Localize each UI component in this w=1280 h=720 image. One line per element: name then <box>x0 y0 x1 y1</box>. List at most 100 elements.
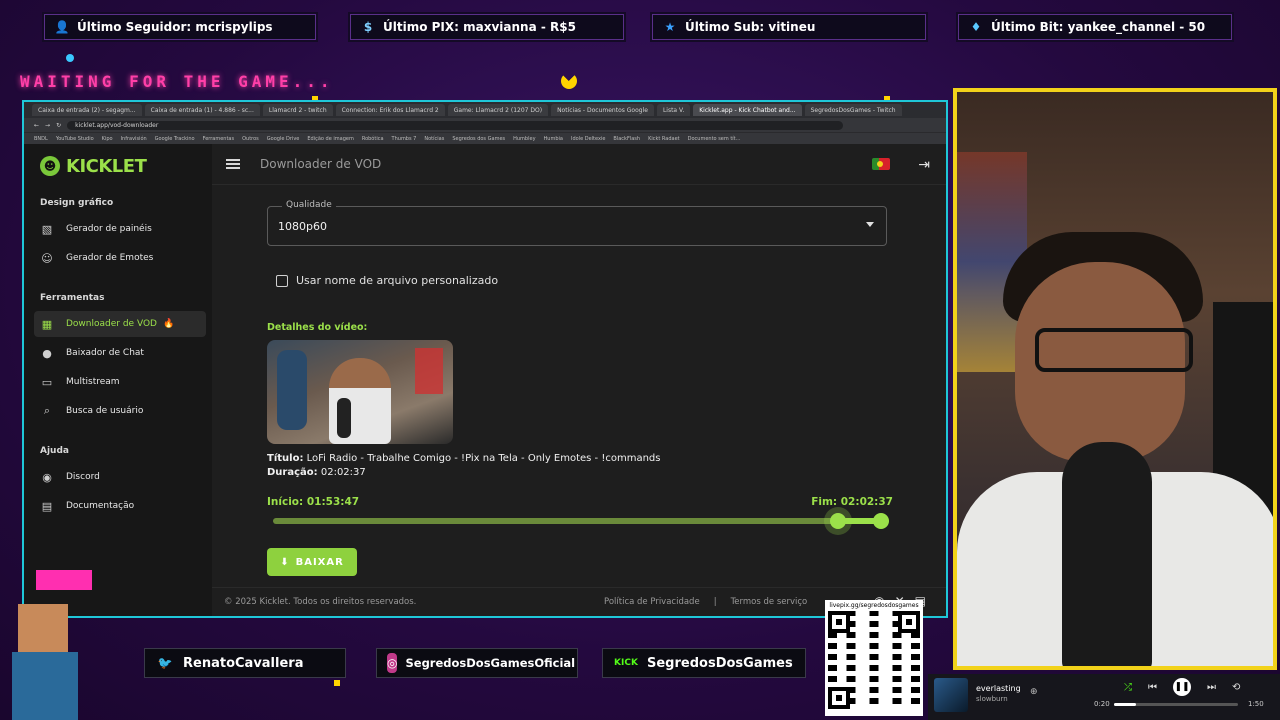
bookmark[interactable]: Kickt Radaet <box>648 136 680 142</box>
range-start-handle[interactable] <box>829 513 846 529</box>
bookmark[interactable]: Outros <box>242 136 259 142</box>
bookmark[interactable]: Google Drive <box>267 136 300 142</box>
twitter-handle-text: RenatoCavallera <box>183 655 304 671</box>
song-title: everlasting <box>976 684 1021 693</box>
browser-tab[interactable]: SegredosDosGames - Twitch <box>804 104 902 116</box>
last-follower-alert: 👤 Último Seguidor: mcrispylips <box>44 14 316 40</box>
bookmark[interactable]: Infravisión <box>121 136 147 142</box>
sidebar-item-vod-downloader[interactable]: ▦ Downloader de VOD 🔥 <box>34 311 206 337</box>
bookmark[interactable]: YouTube Studio <box>56 136 94 142</box>
music-player: everlasting slowburn ⊕ ⤮ ⏮ ❚❚ ⏭ ⟲ 0:20 1… <box>928 674 1280 720</box>
sidebar-item-label: Gerador de painéis <box>66 224 152 234</box>
next-icon[interactable]: ⏭ <box>1207 682 1216 693</box>
range-slider[interactable] <box>273 513 889 529</box>
video-duration-value: 02:02:37 <box>320 467 366 478</box>
back-icon[interactable]: ← <box>34 122 39 129</box>
range-end-label: Fim: 02:02:37 <box>811 496 893 508</box>
custom-filename-label: Usar nome de arquivo personalizado <box>296 274 499 287</box>
bookmark[interactable]: Notícias <box>424 136 444 142</box>
bookmark[interactable]: BNDL <box>34 136 48 142</box>
add-icon[interactable]: ⊕ <box>1030 687 1038 697</box>
image-icon: ▧ <box>41 222 53 236</box>
bookmark[interactable]: Edição de imagem <box>307 136 353 142</box>
instagram-icon: ◎ <box>387 653 398 673</box>
portugal-flag-icon[interactable] <box>872 158 890 170</box>
bookmark[interactable]: Idole Deltexie <box>571 136 605 142</box>
shuffle-icon[interactable]: ⤮ <box>1124 682 1132 693</box>
bookmark[interactable]: Segredos dos Games <box>452 136 505 142</box>
bookmark[interactable]: Humbley <box>513 136 535 142</box>
song-artist: slowburn <box>976 695 1008 703</box>
quality-select[interactable]: Qualidade 1080p60 <box>267 200 887 246</box>
browser-tab[interactable]: Game: Llamacrd 2 (1207 DO) <box>447 104 549 116</box>
sidebar-item-discord[interactable]: ◉ Discord <box>34 464 206 490</box>
pacman-icon <box>561 73 577 89</box>
user-icon: 👤 <box>54 20 70 34</box>
range-end-handle[interactable] <box>873 513 889 529</box>
browser-tab[interactable]: Caixa de entrada (2) - segagm... <box>32 104 142 116</box>
playback-progress[interactable] <box>1114 703 1238 706</box>
previous-icon[interactable]: ⏮ <box>1148 682 1157 693</box>
url-input[interactable]: kicklet.app/vod-downloader <box>67 120 844 130</box>
privacy-link[interactable]: Política de Privacidade <box>604 597 700 607</box>
bookmark[interactable]: Humbia <box>544 136 563 142</box>
instagram-handle: ◎ SegredosDosGamesOficial <box>376 648 578 678</box>
browser-addressbar: ← → ↻ kicklet.app/vod-downloader <box>24 118 946 132</box>
download-button[interactable]: ⬇ BAIXAR <box>267 548 357 576</box>
bookmark[interactable]: Kipo <box>102 136 113 142</box>
bookmark[interactable]: Ferramentas <box>203 136 235 142</box>
browser-tab[interactable]: Caixa de entrada (1) - 4.886 - sc... <box>144 104 260 116</box>
menu-icon[interactable] <box>226 159 240 169</box>
reload-icon[interactable]: ↻ <box>56 122 61 129</box>
logout-icon[interactable]: ⇥ <box>918 157 930 173</box>
browser-tab-active[interactable]: Kicklet.app - Kick Chatbot and... <box>693 104 802 116</box>
browser-tab[interactable]: Connection: Erik dos Llamacrd 2 <box>335 104 445 116</box>
last-bit-alert: ♦ Último Bit: yankee_channel - 50 <box>958 14 1232 40</box>
custom-filename-checkbox[interactable] <box>276 274 288 287</box>
video-title-label: Título: <box>267 453 304 464</box>
kicklet-logo-icon: ☻ <box>40 156 60 176</box>
section-title-design: Design gráfico <box>40 198 114 208</box>
webcam-feed <box>953 88 1277 670</box>
decor-dot <box>66 54 74 62</box>
quality-value: 1080p60 <box>278 220 327 233</box>
repeat-icon[interactable]: ⟲ <box>1232 682 1240 693</box>
main-content: Downloader de VOD ⇥ Qualidade 1080p60 Us… <box>212 144 946 616</box>
browser-tab[interactable]: Lista V. <box>656 104 691 116</box>
video-details-title: Detalhes do vídeo: <box>267 322 368 333</box>
custom-filename-option[interactable]: Usar nome de arquivo personalizado <box>276 274 498 287</box>
video-title-line: Título: LoFi Radio - Trabalhe Comigo - !… <box>267 453 660 464</box>
bookmark[interactable]: Robótica <box>362 136 384 142</box>
last-pix-text: Último PIX: maxvianna - R$5 <box>383 20 576 34</box>
footer-separator: | <box>713 597 717 607</box>
last-pix-alert: $ Último PIX: maxvianna - R$5 <box>350 14 624 40</box>
bookmark[interactable]: BlackFlash <box>613 136 640 142</box>
sidebar-item-user-search[interactable]: ⌕ Busca de usuário <box>34 398 206 424</box>
sidebar-item-documentation[interactable]: ▤ Documentação <box>34 493 206 519</box>
bookmark[interactable]: Thumbs 7 <box>392 136 417 142</box>
browser-tab[interactable]: Notícias - Documentos Google <box>551 104 654 116</box>
fire-icon: 🔥 <box>162 319 175 329</box>
chat-icon: ● <box>42 346 52 360</box>
sidebar-item-multistream[interactable]: ▭ Multistream <box>34 369 206 395</box>
terms-link[interactable]: Termos de serviço <box>731 597 808 607</box>
video-thumbnail <box>267 340 453 444</box>
emoji-icon: ☺ <box>41 251 53 265</box>
sidebar-item-emote-generator[interactable]: ☺ Gerador de Emotes <box>34 245 206 271</box>
kicklet-logo[interactable]: ☻ KICKLET <box>34 144 212 188</box>
sidebar-item-panel-generator[interactable]: ▧ Gerador de painéis <box>34 216 206 242</box>
discord-icon: ◉ <box>42 470 52 484</box>
kicklet-app: ☻ KICKLET Design gráfico ▧ Gerador de pa… <box>24 144 946 616</box>
footer-links: Política de Privacidade | Termos de serv… <box>604 597 807 607</box>
bookmark[interactable]: Google Trackino <box>155 136 195 142</box>
forward-icon[interactable]: → <box>45 122 50 129</box>
star-icon: ★ <box>664 20 676 34</box>
browser-tab[interactable]: Llamacrd 2 - twitch <box>262 104 333 116</box>
sidebar-item-chat-downloader[interactable]: ● Baixador de Chat <box>34 340 206 366</box>
browser-tabstrip: Caixa de entrada (2) - segagm... Caixa d… <box>24 102 946 118</box>
topbar: Downloader de VOD <box>212 144 946 185</box>
download-icon: ⬇ <box>280 556 290 568</box>
bookmark[interactable]: Documento sem tít... <box>688 136 741 142</box>
pause-icon[interactable]: ❚❚ <box>1173 678 1191 696</box>
sidebar: ☻ KICKLET Design gráfico ▧ Gerador de pa… <box>24 144 212 616</box>
